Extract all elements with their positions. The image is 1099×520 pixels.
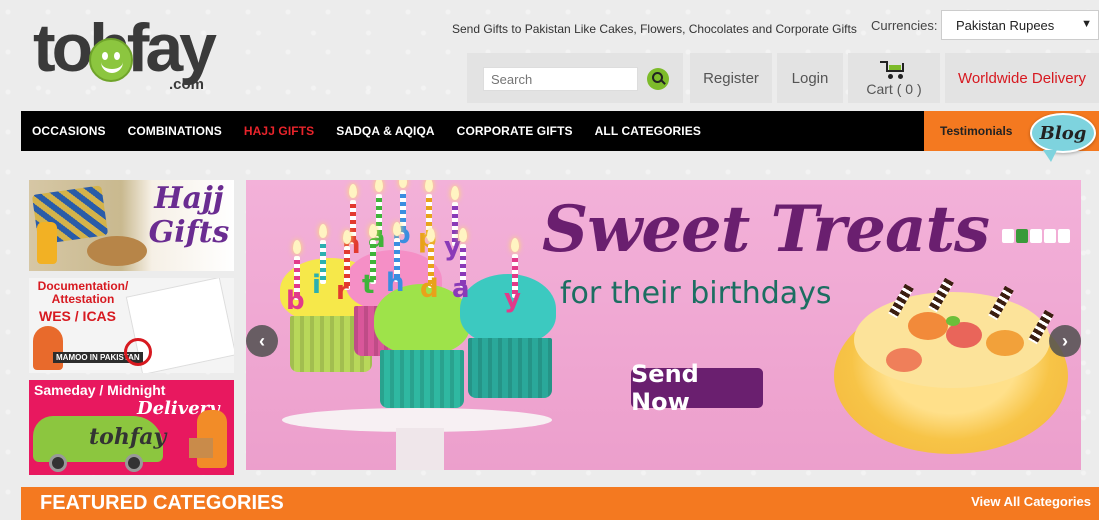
featured-categories-bar: FEATURED CATEGORIES View All Categories — [21, 487, 1099, 520]
candle-letter: b — [286, 286, 305, 316]
slider-dot[interactable] — [1002, 229, 1014, 243]
blog-button[interactable]: Blog — [1030, 113, 1096, 153]
mint-leaf — [946, 316, 960, 326]
peach-slice — [986, 330, 1024, 356]
chevron-down-icon: ▼ — [1081, 18, 1092, 30]
register-link[interactable]: Register — [690, 53, 772, 103]
currency-selected-value: Pakistan Rupees — [956, 18, 1055, 33]
smiley-icon — [89, 38, 133, 82]
view-all-categories-link[interactable]: View All Categories — [971, 494, 1091, 509]
flame-icon — [369, 224, 377, 238]
flame-icon — [343, 230, 351, 244]
promo-documentation[interactable]: Documentation/ Attestation WES / ICAS MA… — [29, 278, 234, 373]
cake-stand-stem — [396, 428, 444, 470]
promo-hajj-title: Hajj Gifts — [148, 181, 230, 250]
flame-icon — [319, 224, 327, 238]
blog-bubble-tail — [1043, 150, 1057, 162]
flame-icon — [375, 180, 383, 192]
candle-letter: a — [452, 274, 470, 304]
attar-bottle-image — [37, 222, 57, 264]
promo-same-title: Sameday / Midnight — [34, 382, 166, 398]
flame-icon — [349, 184, 357, 198]
slider-dot[interactable] — [1016, 229, 1028, 243]
login-link[interactable]: Login — [777, 53, 843, 103]
candle-letter: h — [386, 268, 405, 298]
dates-plate-image — [87, 236, 147, 266]
van-brand-text: tohfay — [89, 424, 167, 450]
promo-hajj-gifts[interactable]: Hajj Gifts — [29, 180, 234, 271]
flame-icon — [459, 228, 467, 242]
cart-label: Cart ( 0 ) — [866, 81, 922, 97]
slider-prev-arrow[interactable]: ‹ — [246, 325, 278, 357]
flame-icon — [425, 180, 433, 192]
slider-dot[interactable] — [1030, 229, 1042, 243]
hero-slider[interactable]: happybirthday Sweet Treats for their bir… — [246, 180, 1081, 470]
slide-title: Sweet Treats — [542, 192, 990, 267]
nav-all-categories[interactable]: ALL CATEGORIES — [595, 124, 701, 138]
cart-icon — [880, 59, 908, 79]
flame-icon — [427, 228, 435, 242]
send-now-button[interactable]: Send Now — [631, 360, 763, 416]
candle-letter: r — [336, 276, 349, 306]
slider-dot[interactable] — [1058, 229, 1070, 243]
slider-pagination — [1002, 229, 1070, 243]
worldwide-delivery-link[interactable]: Worldwide Delivery — [945, 53, 1099, 103]
flame-icon — [393, 222, 401, 236]
candle-letter: t — [362, 270, 375, 300]
peach-slice — [886, 348, 922, 372]
search-icon[interactable] — [647, 68, 669, 90]
site-tagline: Send Gifts to Pakistan Like Cakes, Flowe… — [452, 22, 857, 36]
slide-subtitle: for their birthdays — [560, 276, 832, 311]
peach-slice — [908, 312, 948, 340]
parcel-image — [189, 438, 213, 458]
mascot-image — [33, 326, 63, 370]
nav-sadqa-aqiqa[interactable]: SADQA & AQIQA — [336, 124, 434, 138]
nav-occasions[interactable]: OCCASIONS — [32, 124, 106, 138]
promo-doc-title: Documentation/ Attestation — [37, 279, 129, 306]
flame-icon — [399, 180, 407, 188]
cart-button[interactable]: Cart ( 0 ) — [848, 53, 940, 103]
currency-label: Currencies: — [871, 18, 938, 33]
flame-icon — [293, 240, 301, 254]
nav-corporate-gifts[interactable]: CORPORATE GIFTS — [457, 124, 573, 138]
promo-doc-subtitle: WES / ICAS — [39, 308, 117, 324]
logo-domain: .com — [169, 76, 205, 93]
flame-icon — [451, 186, 459, 200]
candle-letter: y — [504, 284, 521, 314]
van-wheel-icon — [125, 454, 143, 472]
nav-hajj-gifts[interactable]: HAJJ GIFTS — [244, 124, 314, 138]
nav-combinations[interactable]: COMBINATIONS — [128, 124, 222, 138]
currency-select[interactable]: Pakistan Rupees ▼ — [941, 10, 1099, 40]
slider-dot[interactable] — [1044, 229, 1056, 243]
checkmark-icon — [124, 338, 152, 366]
slider-next-arrow[interactable]: › — [1049, 325, 1081, 357]
site-logo[interactable]: tohfay .com — [33, 14, 253, 98]
flame-icon — [511, 238, 519, 252]
promo-sameday-delivery[interactable]: Sameday / Midnight Delivery tohfay — [29, 380, 234, 475]
van-wheel-icon — [49, 454, 67, 472]
candle-letter: i — [312, 270, 321, 300]
main-nav: OCCASIONS COMBINATIONS HAJJ GIFTS SADQA … — [21, 111, 924, 151]
search-area — [467, 53, 683, 103]
search-input[interactable] — [483, 67, 638, 91]
candle-letter: d — [420, 274, 439, 304]
featured-title: FEATURED CATEGORIES — [40, 492, 284, 514]
